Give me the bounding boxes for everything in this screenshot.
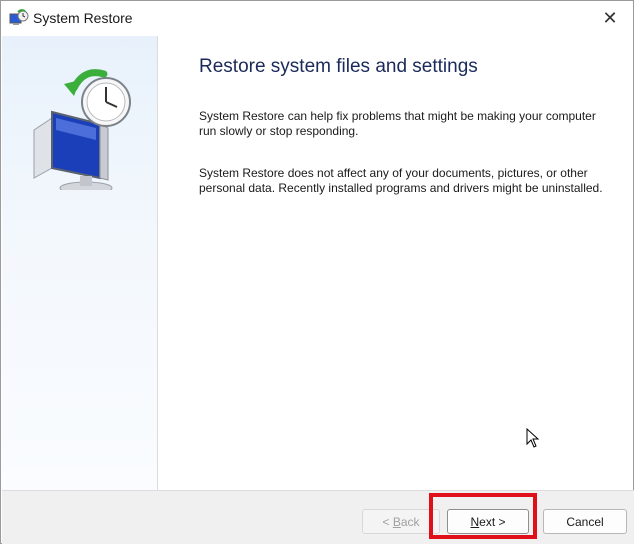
- description-paragraph-1: System Restore can help fix problems tha…: [199, 109, 596, 138]
- title-bar: System Restore ✕: [1, 1, 633, 36]
- system-restore-icon: [9, 9, 29, 29]
- back-button-label: ack: [400, 514, 420, 529]
- close-button[interactable]: ✕: [587, 1, 633, 36]
- wizard-content: Restore system files and settings System…: [159, 36, 633, 490]
- description-paragraph-2: System Restore does not affect any of yo…: [199, 166, 603, 195]
- back-button-prefix: <: [382, 514, 393, 529]
- cancel-button-label: Cancel: [566, 514, 604, 529]
- monitor-clock-restore-icon: [22, 60, 134, 195]
- wizard-sidebar: [2, 36, 158, 490]
- page-heading: Restore system files and settings: [199, 56, 478, 77]
- next-button-highlight: [429, 493, 537, 539]
- mouse-pointer-icon: [526, 427, 540, 448]
- cancel-button[interactable]: Cancel: [543, 509, 627, 534]
- close-icon: ✕: [602, 8, 618, 28]
- wizard-footer: < Back Next > Cancel: [2, 490, 634, 544]
- back-access-key: B: [392, 514, 401, 529]
- window-title: System Restore: [33, 10, 133, 26]
- system-restore-window: System Restore ✕ Restore system files an…: [0, 0, 634, 544]
